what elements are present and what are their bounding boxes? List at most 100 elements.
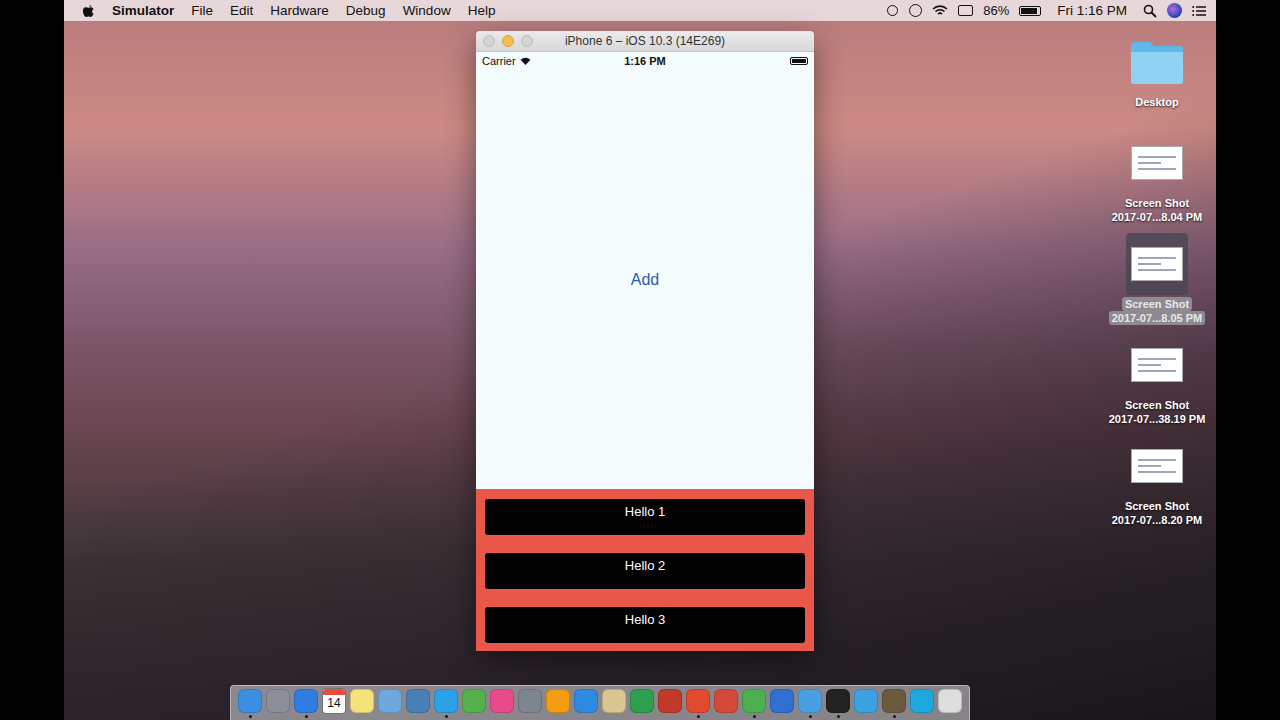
list-item-button[interactable]: Hello 1 (485, 499, 805, 535)
search-icon[interactable] (1143, 4, 1157, 18)
minimize-button[interactable] (502, 35, 514, 47)
dock-area: 14 (64, 685, 1216, 720)
dock-item[interactable] (853, 689, 879, 720)
airplay-icon[interactable] (958, 5, 973, 16)
status-menus: 86% Fri 1:16 PM (886, 3, 1206, 18)
running-indicator (837, 715, 840, 718)
record-icon[interactable] (886, 4, 899, 17)
dock-item[interactable] (433, 689, 459, 720)
menu-item[interactable]: File (191, 3, 213, 18)
zoom-button[interactable] (521, 35, 533, 47)
wifi-icon[interactable] (932, 5, 948, 17)
close-button[interactable] (483, 35, 495, 47)
dock-item[interactable] (293, 689, 319, 720)
app-icon (406, 689, 430, 713)
icon-label: Screen Shot2017-07...38.19 PM (1106, 398, 1209, 426)
siri-icon[interactable] (1167, 3, 1182, 18)
dock-item[interactable] (741, 689, 767, 720)
running-indicator (669, 715, 672, 718)
icon-label-line: 2017-07...8.04 PM (1109, 210, 1206, 224)
dock-item[interactable] (713, 689, 739, 720)
app-icon (266, 689, 290, 713)
dock-item[interactable] (237, 689, 263, 720)
menu-app-name[interactable]: Simulator (112, 3, 174, 18)
title-bar[interactable]: iPhone 6 – iOS 10.3 (14E269) (476, 31, 814, 52)
calendar-icon: 14 (323, 689, 345, 713)
menu-item[interactable]: Debug (346, 3, 386, 18)
menu-item[interactable]: Hardware (270, 3, 329, 18)
dock-item[interactable] (573, 689, 599, 720)
menu-clock[interactable]: Fri 1:16 PM (1057, 3, 1127, 18)
dock-item[interactable] (937, 689, 963, 720)
desktop-icon[interactable]: Screen Shot2017-07...38.19 PM (1106, 334, 1209, 427)
app-icon (574, 689, 598, 713)
dock-item[interactable] (377, 689, 403, 720)
icon-label-line: 2017-07...8.05 PM (1109, 311, 1206, 325)
app-icon (350, 689, 374, 713)
dock-item[interactable] (517, 689, 543, 720)
running-indicator (781, 715, 784, 718)
menu-item[interactable]: Window (403, 3, 451, 18)
dock-item[interactable] (349, 689, 375, 720)
running-indicator (305, 715, 308, 718)
icon-image (1126, 334, 1188, 396)
dock-item[interactable] (489, 689, 515, 720)
running-indicator (417, 715, 420, 718)
screenshot-thumbnail-icon (1131, 247, 1183, 281)
list-item-button[interactable]: Hello 3 (485, 607, 805, 643)
app-icon (434, 689, 458, 713)
app-icon (294, 689, 318, 713)
app-icon (490, 689, 514, 713)
running-indicator (361, 715, 364, 718)
phone-time: 1:16 PM (624, 55, 666, 67)
dock-item[interactable] (881, 689, 907, 720)
add-button[interactable]: Add (621, 267, 669, 293)
dock-item[interactable] (685, 689, 711, 720)
icon-label-line: 2017-07...8.20 PM (1109, 513, 1206, 527)
dock-item[interactable] (657, 689, 683, 720)
icon-label: Screen Shot2017-07...8.20 PM (1109, 499, 1206, 527)
app-icon (882, 689, 906, 713)
calendar-day: 14 (327, 695, 340, 711)
clock-icon[interactable] (909, 4, 922, 17)
app-icon (938, 689, 962, 713)
item-list: Hello 1 Hello 2 Hello 3 (476, 489, 814, 651)
dock-item[interactable] (825, 689, 851, 720)
running-indicator (333, 715, 336, 718)
dock-item[interactable] (909, 689, 935, 720)
dock-item[interactable] (461, 689, 487, 720)
running-indicator (557, 715, 560, 718)
running-indicator (613, 715, 616, 718)
battery-icon[interactable] (1019, 6, 1041, 16)
running-indicator (697, 715, 700, 718)
icon-label-line: Screen Shot (1122, 499, 1192, 513)
desktop: Simulator File Edit Hardware Debug Window Help… (64, 0, 1216, 720)
dock-item[interactable] (405, 689, 431, 720)
dock-item[interactable] (601, 689, 627, 720)
desktop-icon[interactable]: Desktop (1126, 31, 1188, 124)
dock-item[interactable] (265, 689, 291, 720)
app-icon (630, 689, 654, 713)
dock-item[interactable]: 14 (321, 689, 347, 720)
window-title: iPhone 6 – iOS 10.3 (14E269) (565, 34, 725, 48)
running-indicator (893, 715, 896, 718)
notification-list-icon[interactable] (1192, 5, 1206, 17)
desktop-icon[interactable]: Screen Shot2017-07...8.05 PM (1109, 233, 1206, 326)
folder-icon (1129, 39, 1185, 85)
app-icon (770, 689, 794, 713)
desktop-icon[interactable]: Screen Shot2017-07...8.20 PM (1109, 435, 1206, 528)
window-controls (483, 35, 533, 47)
dock-item[interactable] (629, 689, 655, 720)
desktop-icon[interactable]: Screen Shot2017-07...8.04 PM (1109, 132, 1206, 225)
dock-item[interactable] (769, 689, 795, 720)
menu-item[interactable]: Help (468, 3, 496, 18)
dock-item[interactable] (545, 689, 571, 720)
apple-icon[interactable] (82, 3, 95, 18)
dock-item[interactable] (797, 689, 823, 720)
running-indicator (445, 715, 448, 718)
menu-item[interactable]: Edit (230, 3, 253, 18)
simulator-window[interactable]: iPhone 6 – iOS 10.3 (14E269)Carrier1:16 … (476, 31, 814, 651)
screenshot-thumbnail-icon (1131, 449, 1183, 483)
list-item-button[interactable]: Hello 2 (485, 553, 805, 589)
battery-percent: 86% (983, 3, 1009, 18)
